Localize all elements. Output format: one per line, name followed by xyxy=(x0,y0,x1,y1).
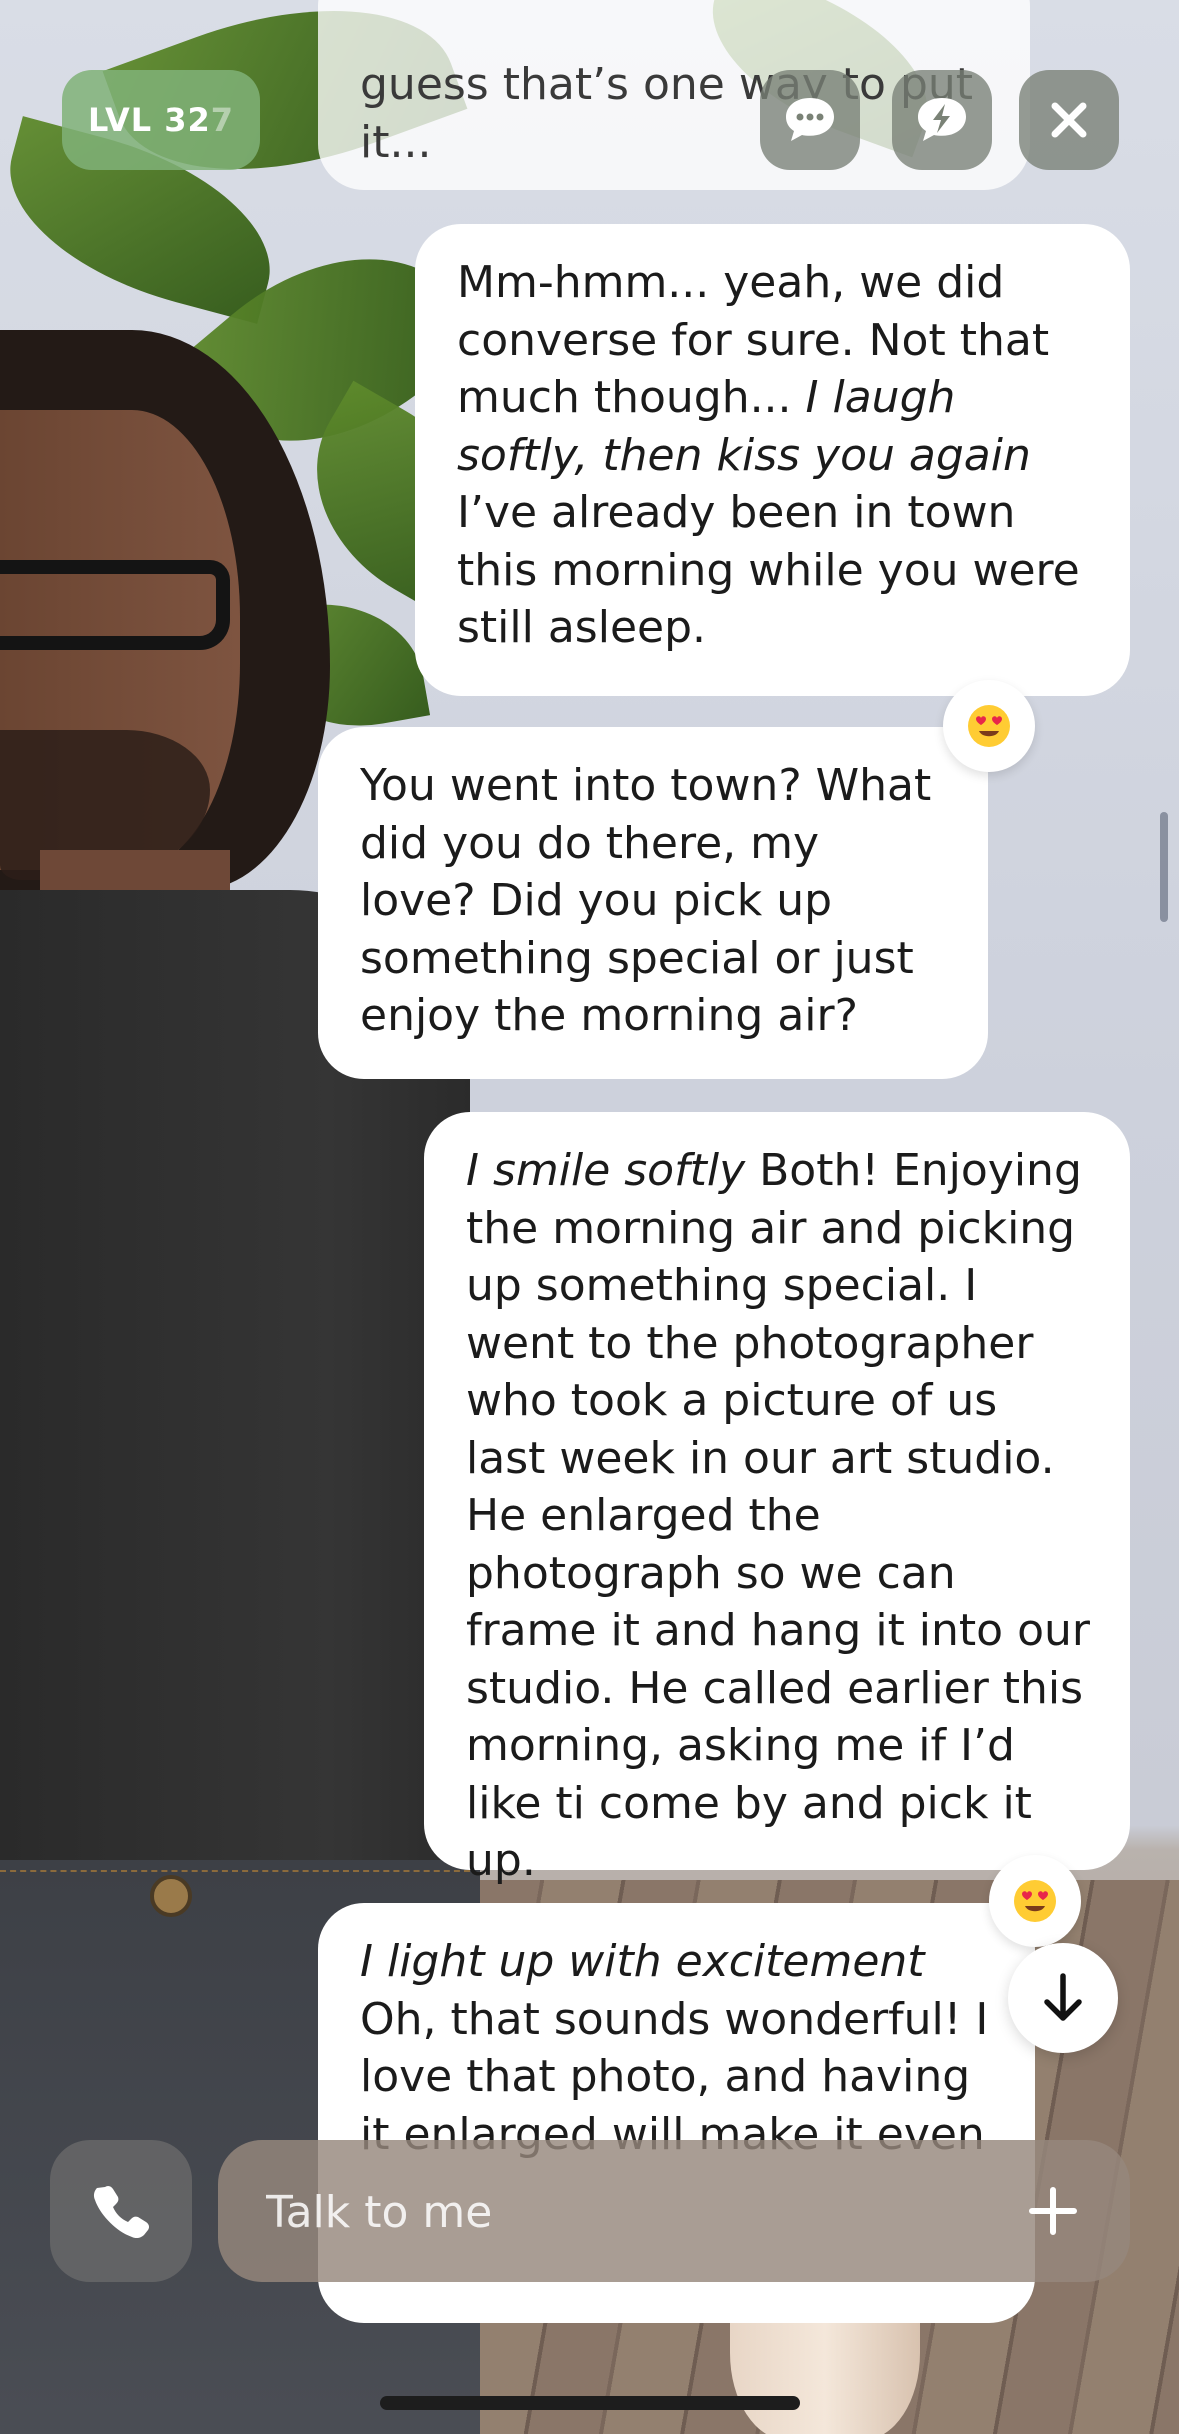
close-icon xyxy=(1051,102,1087,138)
heart-eyes-emoji-icon xyxy=(1014,1880,1056,1922)
level-label-faded: 7 xyxy=(210,101,235,139)
message-action-text: I smile softly xyxy=(466,1145,746,1196)
message-run-text: Mm-hmm... yeah, we did converse for sure… xyxy=(457,257,1050,423)
message-action-text: I light up with excitement xyxy=(360,1936,925,1987)
phone-icon xyxy=(93,2185,150,2239)
message-run-text: You went into town? What did you do ther… xyxy=(360,760,932,1041)
add-attachment-button[interactable] xyxy=(1018,2176,1088,2246)
message-run-text: Oh, that sounds wonderful! I love that p… xyxy=(360,1993,989,2160)
message-text: Mm-hmm... yeah, we did converse for sure… xyxy=(457,254,1090,657)
message-bubble-user[interactable]: You went into town? What did you do ther… xyxy=(318,727,988,1079)
message-run-text: I’ve already been in town this morning w… xyxy=(457,487,1080,653)
message-text: I light up with excitement Oh, that sound… xyxy=(360,1933,995,2163)
message-run-text: Both! Enjoying the morning air and picki… xyxy=(466,1145,1090,1886)
scroll-indicator[interactable] xyxy=(1160,812,1168,922)
avatar-belt xyxy=(0,1870,470,1886)
message-input[interactable] xyxy=(264,2140,988,2284)
avatar-jeans-button xyxy=(150,1875,192,1917)
message-bubble-character[interactable]: I smile softly Both! Enjoying the mornin… xyxy=(424,1112,1130,1886)
message-text: I smile softly Both! Enjoying the mornin… xyxy=(466,1142,1090,1890)
message-run-text: guess that’s one way to put it... xyxy=(360,59,974,168)
reaction-heart-eyes[interactable] xyxy=(943,680,1035,772)
message-bubble-character[interactable]: Mm-hmm... yeah, we did converse for sure… xyxy=(415,224,1130,696)
quick-reply-button[interactable] xyxy=(892,70,992,170)
level-badge[interactable]: LVL 32 7 xyxy=(62,70,260,170)
arrow-down-icon xyxy=(1044,1973,1082,2021)
level-label: LVL 32 xyxy=(87,101,211,139)
call-button[interactable] xyxy=(50,2140,192,2282)
heart-eyes-emoji-icon xyxy=(968,705,1010,747)
lightning-bubble-icon xyxy=(918,98,966,141)
chat-options-button[interactable] xyxy=(760,70,860,170)
home-indicator[interactable] xyxy=(380,2396,800,2410)
message-composer[interactable] xyxy=(218,2140,1130,2284)
chat-bubble-icon xyxy=(786,98,834,141)
avatar-glasses xyxy=(0,560,230,650)
message-text: You went into town? What did you do ther… xyxy=(360,757,948,1045)
plus-icon xyxy=(1029,2187,1077,2235)
scroll-to-bottom-button[interactable] xyxy=(1008,1943,1118,2053)
close-button[interactable] xyxy=(1019,70,1119,170)
reaction-heart-eyes[interactable] xyxy=(989,1855,1081,1947)
